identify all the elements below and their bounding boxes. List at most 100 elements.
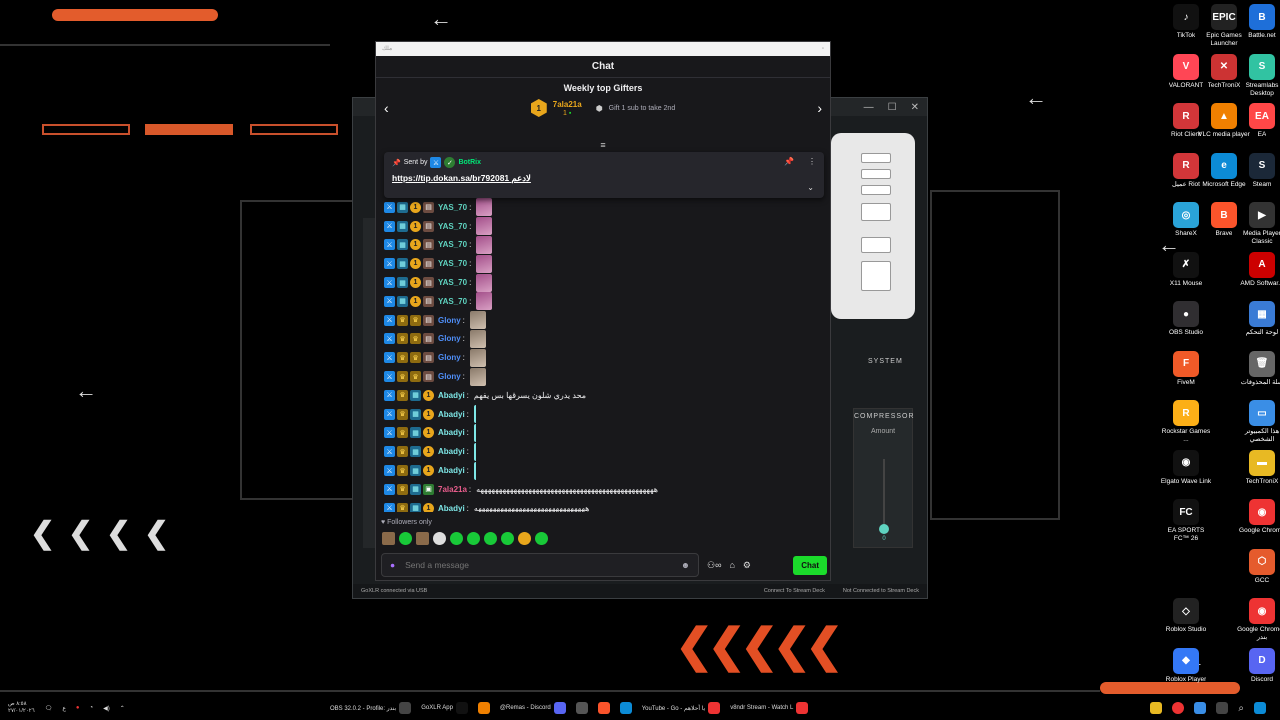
crown-badge-icon[interactable]: ♛: [397, 427, 408, 439]
chat-input-box[interactable]: ● ☻: [381, 553, 699, 577]
gear-icon[interactable]: ⚙: [743, 560, 751, 571]
desktop-shortcut[interactable]: ▭ هذا الكمبيوتر الشخصي: [1236, 400, 1280, 444]
gifter-badge-icon[interactable]: 1: [410, 277, 421, 289]
unpin-icon[interactable]: 📌: [784, 157, 794, 166]
desktop-shortcut[interactable]: ◉ Google Chrome: [1236, 499, 1280, 535]
gifter-badge-icon[interactable]: 1: [423, 389, 434, 401]
desktop-shortcut[interactable]: F FiveM: [1160, 350, 1212, 387]
desktop-shortcut[interactable]: ◆ Roblox Player: [1160, 647, 1212, 684]
chat-emote-icon[interactable]: [473, 461, 484, 480]
moderator-badge-icon[interactable]: ⚔: [384, 220, 395, 232]
desktop-shortcut[interactable]: S Steam: [1236, 152, 1280, 189]
desktop-shortcut[interactable]: EA EA: [1236, 103, 1280, 139]
moderator-badge-icon[interactable]: ⚔: [384, 201, 395, 213]
moderator-badge-icon[interactable]: ⚔: [384, 371, 395, 383]
taskbar-app[interactable]: YouTube - Go - يا أحلاهم: [642, 702, 721, 714]
gifter-badge-icon[interactable]: 1: [423, 465, 434, 477]
close-icon[interactable]: ▫: [822, 42, 824, 56]
subscriber-badge-icon[interactable]: ▦: [410, 465, 421, 477]
crown-badge-icon[interactable]: ♛: [397, 446, 408, 458]
crown-badge-icon[interactable]: ♛: [397, 333, 408, 345]
language-indicator-icon[interactable]: ع: [62, 705, 66, 712]
desktop-shortcut[interactable]: 🗑 سلة المحذوفات: [1236, 350, 1280, 387]
volume-icon[interactable]: ◀): [103, 705, 110, 712]
emote-icon[interactable]: [399, 532, 412, 545]
chat-emote-icon[interactable]: [476, 198, 493, 217]
chrome-icon[interactable]: [1172, 702, 1185, 714]
desktop-shortcut[interactable]: ◇ Roblox Studio: [1160, 598, 1212, 634]
chat-message-list[interactable]: ⚔ ▦ 1 ▤ YAS_70: ⚔ ▦ 1 ▤ YAS_70: ⚔ ▦ 1 ▤ YAS_70: ⚔ ▦ 1 ▤ YAS…: [384, 198, 824, 512]
emote-icon[interactable]: [467, 532, 480, 545]
bot-name[interactable]: BotRix: [458, 159, 481, 166]
emote-icon[interactable]: [518, 532, 531, 545]
clock-date[interactable]: ٢٧/٠١/٢٠٢٦: [8, 708, 35, 715]
chat-username[interactable]: Glony: [438, 372, 461, 381]
chat-username[interactable]: 7ala21a: [438, 485, 467, 494]
crown-badge-icon[interactable]: ♛: [397, 465, 408, 477]
subscriber-badge-icon[interactable]: ▦: [397, 277, 408, 289]
chest-badge-icon[interactable]: ▤: [423, 352, 434, 364]
moderator-badge-icon[interactable]: ⚔: [384, 427, 395, 439]
crown-badge-icon[interactable]: ♛: [397, 314, 408, 326]
maximize-icon[interactable]: ☐: [888, 102, 897, 113]
subscriber-badge-icon[interactable]: ▦: [410, 483, 421, 495]
emote-icon[interactable]: [382, 532, 395, 545]
desktop-shortcut[interactable]: A AMD Softwar...: [1236, 251, 1280, 288]
amount-slider-handle[interactable]: [879, 524, 889, 534]
desktop-shortcut[interactable]: ⬡ GCC: [1236, 548, 1280, 585]
chat-emote-icon[interactable]: [476, 217, 493, 236]
chat-username[interactable]: YAS_70: [438, 278, 467, 287]
chat-username[interactable]: YAS_70: [438, 297, 467, 306]
prev-arrow-icon[interactable]: ‹: [384, 100, 389, 116]
taskbar-app[interactable]: [619, 702, 632, 714]
gifter-badge-icon[interactable]: 1: [423, 446, 434, 458]
taskbar-app[interactable]: v8ndr Stream - Watch L: [730, 702, 809, 714]
chest-badge-icon[interactable]: ▤: [423, 239, 434, 251]
crown-badge-icon[interactable]: ♛: [397, 371, 408, 383]
emote-icon[interactable]: [484, 532, 497, 545]
minimize-icon[interactable]: —: [864, 102, 874, 113]
crown-badge-icon[interactable]: ♛: [397, 408, 408, 420]
crown-badge-icon[interactable]: ♛: [410, 371, 421, 383]
emote-icon[interactable]: [433, 532, 446, 545]
taskbar-app[interactable]: [575, 702, 588, 714]
microphone-icon[interactable]: ●: [390, 560, 395, 570]
crown-badge-icon[interactable]: ♛: [397, 389, 408, 401]
store-icon[interactable]: [1194, 702, 1207, 714]
chest-badge-icon[interactable]: ▤: [423, 371, 434, 383]
taskbar-app[interactable]: OBS 32.0.2 - Profile: بندر: [330, 702, 412, 714]
chat-emote-icon[interactable]: [473, 442, 484, 461]
subscriber-badge-icon[interactable]: ▦: [410, 427, 421, 439]
chat-username[interactable]: Glony: [438, 334, 461, 343]
desktop-shortcut[interactable]: D Discord: [1236, 647, 1280, 684]
moderator-badge-icon[interactable]: ⚔: [384, 239, 395, 251]
file-explorer-icon[interactable]: [1150, 702, 1163, 714]
taskbar-app[interactable]: [597, 702, 610, 714]
chat-username[interactable]: YAS_70: [438, 222, 467, 231]
amount-slider-track[interactable]: [883, 459, 885, 529]
desktop-shortcut[interactable]: ● OBS Studio: [1160, 301, 1212, 337]
more-options-icon[interactable]: ⋮: [808, 157, 816, 166]
chat-emote-icon[interactable]: [473, 405, 484, 424]
desktop-shortcut[interactable]: S Streamlabs Desktop: [1236, 53, 1280, 98]
subscriber-badge-icon[interactable]: ▦: [397, 258, 408, 270]
chest-badge-icon[interactable]: ▤: [423, 220, 434, 232]
desktop-shortcut[interactable]: ▦ لوحة التحكم: [1236, 301, 1280, 337]
subscriber-badge-icon[interactable]: ▦: [410, 408, 421, 420]
desktop-shortcut[interactable]: FC EA SPORTS FC™ 26: [1160, 499, 1212, 543]
chest-badge-icon[interactable]: ▤: [423, 201, 434, 213]
crown-badge-icon[interactable]: ♛: [410, 333, 421, 345]
send-chat-button[interactable]: Chat: [793, 555, 827, 575]
chevron-down-icon[interactable]: ⌄: [807, 183, 814, 192]
chat-username[interactable]: Abadyi: [438, 466, 465, 475]
chat-username[interactable]: Abadyi: [438, 447, 465, 456]
chest-badge-icon[interactable]: ▤: [423, 333, 434, 345]
store-icon[interactable]: ⌂: [729, 560, 734, 570]
chevron-up-icon[interactable]: ⌃: [120, 705, 125, 712]
chat-username[interactable]: Abadyi: [438, 391, 465, 400]
chat-username[interactable]: Glony: [438, 353, 461, 362]
chat-username[interactable]: Abadyi: [438, 428, 465, 437]
gifter-badge-icon[interactable]: 1: [410, 239, 421, 251]
desktop-shortcut[interactable]: ◉ Google Chrome - بندر: [1236, 598, 1280, 642]
channel-points-icon[interactable]: ⚇∞: [707, 560, 721, 571]
